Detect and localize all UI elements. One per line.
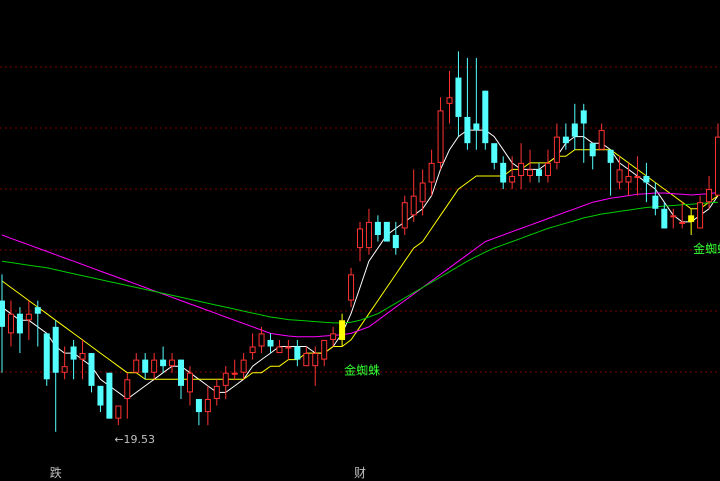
candle-body (124, 379, 131, 399)
candle-body (580, 110, 587, 124)
labels: 金蜘蛛金蜘蛛←19.53跌财 (50, 241, 720, 480)
candle-body (715, 136, 720, 196)
candle-body (482, 90, 489, 144)
candle-body (544, 162, 551, 176)
candle-body (231, 372, 238, 375)
candle-body (34, 307, 41, 314)
candle-body (428, 162, 435, 183)
candle-body (518, 162, 525, 176)
candle-body (357, 228, 363, 249)
candle-body (16, 313, 23, 334)
candle-body (670, 215, 677, 218)
candle-body (598, 130, 605, 150)
candle-body (392, 235, 399, 249)
candle-body (634, 175, 641, 178)
candle-body (88, 353, 95, 386)
candle-body (437, 110, 444, 163)
candle-body (178, 359, 184, 386)
bottom-label: 财 (354, 466, 366, 480)
candle-body (70, 346, 77, 360)
candle-body (294, 346, 301, 360)
candle-body (616, 169, 623, 183)
candle-body (195, 398, 202, 413)
candle-body (348, 274, 355, 301)
candle-body (383, 221, 390, 242)
candle-body (186, 372, 193, 393)
candle-body (106, 372, 113, 419)
candle-body (473, 123, 480, 131)
candle-body (446, 97, 453, 104)
candle-body (204, 398, 211, 413)
candle-body (455, 77, 462, 117)
candle-body (464, 116, 471, 144)
candle-body (222, 372, 229, 386)
candle-body (553, 136, 560, 163)
candle-body (688, 215, 695, 222)
candle-body (410, 195, 417, 216)
candle-body (607, 149, 614, 163)
candle-body (267, 339, 274, 347)
candle-body (401, 202, 408, 229)
candle-body (133, 359, 140, 373)
candle-body (330, 333, 337, 340)
candle-body (169, 359, 176, 367)
candle-body (213, 385, 220, 399)
candle-body (25, 313, 32, 321)
candle-body (643, 175, 650, 183)
ma-line (1, 191, 719, 338)
signal-label: 金蜘蛛 (344, 363, 380, 378)
candle-body (79, 353, 86, 360)
candle-body (160, 359, 167, 367)
signal-label: 金蜘蛛 (693, 241, 720, 256)
candle-body (7, 313, 14, 334)
candle-body (589, 143, 596, 157)
bottom-label: 跌 (50, 465, 62, 480)
candle-body (661, 208, 668, 229)
candle-body (285, 346, 292, 349)
candle-body (527, 169, 534, 176)
candle-body (697, 202, 704, 229)
candle-body (536, 169, 542, 176)
low-price-label: ←19.53 (114, 433, 155, 446)
candle-body (374, 221, 381, 235)
candle-body (571, 123, 578, 137)
candle-body (562, 136, 569, 144)
candle-body (240, 359, 247, 373)
candle-body (706, 189, 713, 203)
candle-body (500, 162, 507, 183)
candle-body (52, 326, 59, 373)
candle-body (115, 405, 122, 419)
candle-body (625, 175, 632, 183)
candle-body (97, 385, 104, 406)
candle-body (142, 359, 149, 373)
candle-body (491, 143, 498, 163)
candle-body (509, 175, 516, 183)
candle-body (258, 333, 265, 347)
candle-body (365, 221, 372, 249)
candle-body (312, 353, 319, 367)
candle-body (303, 353, 310, 367)
candle-body (43, 333, 50, 380)
candle-body (652, 195, 659, 209)
candle-body (419, 182, 426, 203)
candle-body (679, 221, 686, 224)
candle-body (321, 339, 328, 360)
candle-body (0, 300, 5, 327)
candle-body (339, 320, 346, 340)
candle-body (249, 346, 256, 354)
candle-body (151, 359, 158, 373)
candle-body (276, 346, 283, 354)
candle-body (61, 366, 68, 373)
candlestick-chart: 金蜘蛛金蜘蛛←19.53跌财 (0, 51, 720, 480)
ma-line (1, 201, 719, 324)
